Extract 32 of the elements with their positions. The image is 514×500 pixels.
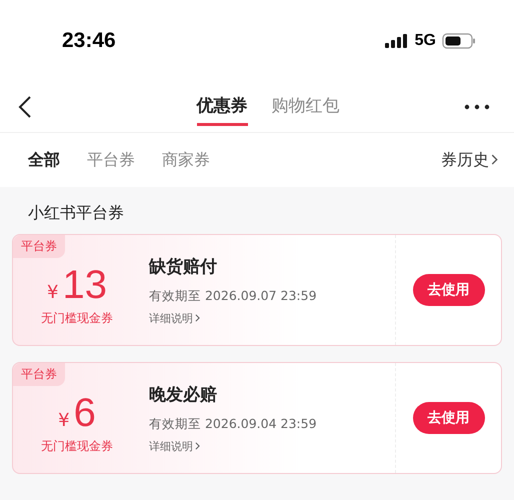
use-button[interactable]: 去使用 — [412, 274, 484, 306]
chevron-right-icon — [195, 442, 200, 450]
coupon-condition: 无门槛现金券 — [41, 438, 113, 455]
coupon-condition: 无门槛现金券 — [41, 310, 113, 327]
back-icon[interactable] — [18, 95, 32, 119]
tab[interactable]: 优惠券 — [196, 88, 248, 126]
expiry-date: 有效期至 2026.09.07 23:59 — [149, 288, 318, 304]
section-title: 小红书平台券 — [27, 202, 125, 224]
coupon-title: 晚发必赔 — [149, 384, 218, 406]
details-link[interactable]: 详细说明 — [149, 438, 395, 454]
use-button[interactable]: 去使用 — [412, 402, 484, 434]
history-link[interactable]: 券历史 — [441, 150, 498, 170]
more-icon[interactable] — [464, 104, 490, 110]
coupon-amount: 13 — [62, 263, 107, 308]
coupon-amount: 6 — [74, 391, 96, 436]
status-time: 23:46 — [62, 29, 116, 53]
coupon-title: 缺货赔付 — [149, 256, 218, 278]
coupon-tag: 平台券 — [13, 363, 65, 386]
filter-tab[interactable]: 全部 — [28, 150, 60, 170]
expiry-date: 有效期至 2026.09.04 23:59 — [149, 416, 318, 432]
coupon-tag: 平台券 — [13, 235, 65, 258]
filter-tab[interactable]: 商家券 — [162, 150, 210, 170]
details-link[interactable]: 详细说明 — [149, 310, 395, 326]
network-label: 5G — [414, 32, 436, 50]
chevron-right-icon — [195, 314, 200, 322]
tab[interactable]: 购物红包 — [272, 88, 340, 126]
currency-symbol: ¥ — [47, 282, 58, 303]
filter-tab[interactable]: 平台券 — [87, 150, 135, 170]
battery-icon — [442, 33, 476, 49]
chevron-right-icon — [491, 154, 498, 166]
currency-symbol: ¥ — [58, 410, 70, 431]
signal-icon — [384, 34, 409, 48]
